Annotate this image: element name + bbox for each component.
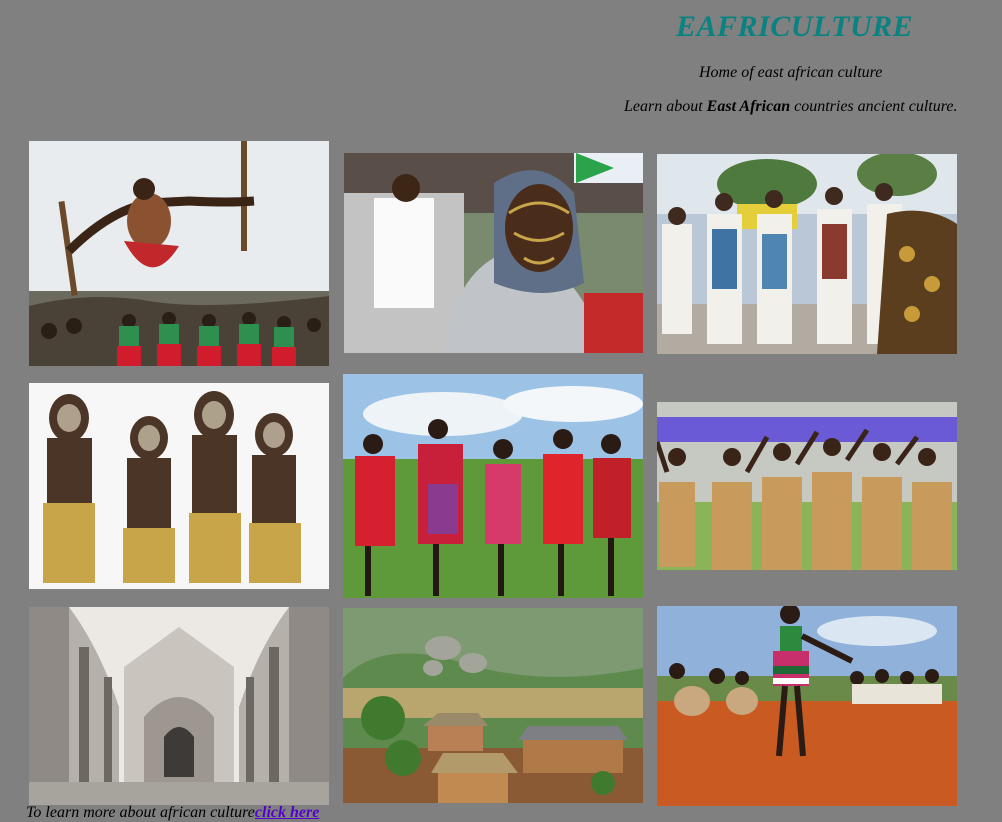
red-earth-dancer-photo [657,606,957,806]
veiled-woman-photo [344,153,643,353]
maasai-group-photo [343,374,643,598]
site-title: EAFRICULTURE [676,10,914,43]
grass-skirt-dancers-photo [657,402,957,570]
tagline: Home of east african culture [699,64,883,81]
sword-dancers-photo [657,154,957,354]
ruined-cathedral-photo [29,607,329,805]
footer-prefix: To learn more about african culture [26,804,255,821]
intro-prefix: Learn about [624,98,707,115]
footer-text: To learn more about african cultureclick… [26,804,319,822]
intro-text: Learn about East African countries ancie… [624,98,957,116]
jumping-dancer-photo [29,141,329,366]
village-landscape-photo [343,608,643,803]
intro-highlight: East African [706,98,791,115]
painted-children-photo [29,383,329,589]
click-here-link[interactable]: click here [255,804,319,821]
intro-suffix: countries ancient culture. [790,98,958,115]
